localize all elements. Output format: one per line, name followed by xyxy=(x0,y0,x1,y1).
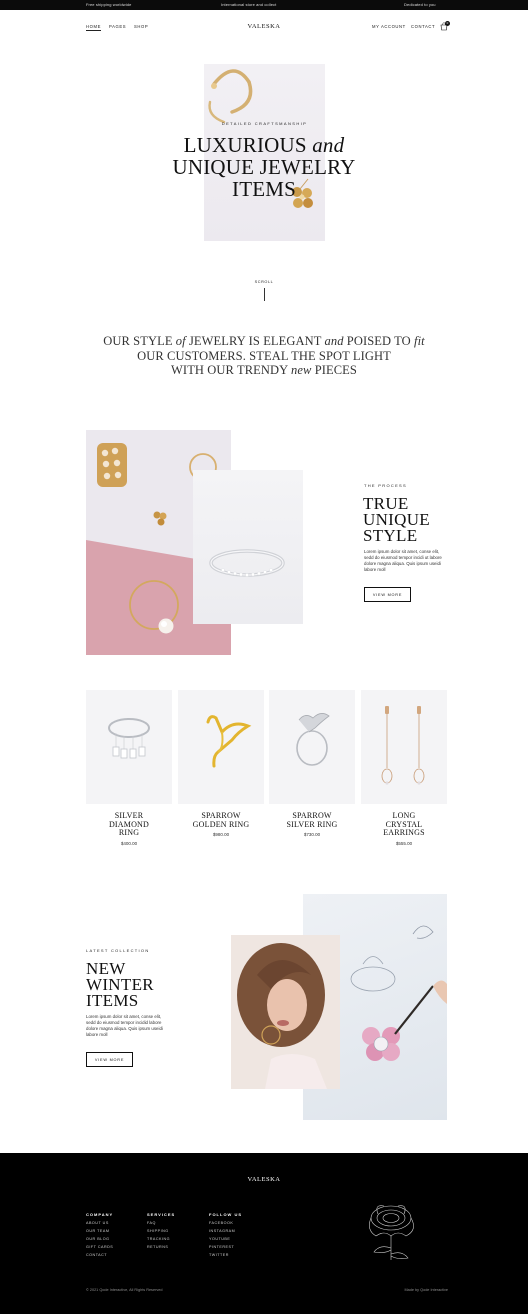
process-text: Lorem ipsum dolor sit amet, conse elit, … xyxy=(364,549,442,572)
hero-title-line2: UNIQUE JEWELRY xyxy=(172,155,356,179)
footer-link-youtube[interactable]: YOUTUBE xyxy=(209,1235,235,1243)
footer-link[interactable]: ABOUT US xyxy=(86,1219,113,1227)
scroll-indicator-line xyxy=(263,288,265,301)
process-title: TRUE UNIQUE STYLE xyxy=(363,494,430,545)
footer-heading-company: COMPANY xyxy=(86,1212,114,1217)
footer-logo[interactable]: VALESKA xyxy=(240,1176,288,1183)
footer-link[interactable]: OUR TEAM xyxy=(86,1227,113,1235)
collection-view-more-button[interactable]: VIEW MORE xyxy=(86,1052,133,1067)
footer-link-instagram[interactable]: INSTAGRAM xyxy=(209,1227,235,1235)
process-eyebrow: THE PROCESS xyxy=(364,483,407,488)
collection-eyebrow: LATEST COLLECTION xyxy=(86,948,150,953)
footer-link[interactable]: TRACKING xyxy=(147,1235,170,1243)
footer-copyright: © 2021 Qode Interactive, All Rights Rese… xyxy=(86,1288,163,1292)
footer-link[interactable]: OUR BLOG xyxy=(86,1235,113,1243)
product-price: $400.00 xyxy=(120,841,138,846)
footer-list-follow-us: FACEBOOK INSTAGRAM YOUTUBE PINTEREST TWI… xyxy=(209,1219,235,1259)
process-ring-image xyxy=(193,470,303,624)
collection-text: Lorem ipsum dolor sit amet, conse elit, … xyxy=(86,1014,163,1037)
product-name-sparrow-golden-ring[interactable]: SPARROW GOLDEN RING xyxy=(178,811,264,829)
product-price: $980.00 xyxy=(212,832,230,837)
footer-link[interactable]: RETURNS xyxy=(147,1243,170,1251)
hero-title-line1: LUXURIOUS xyxy=(183,133,307,157)
footer-link[interactable]: SHIPPING xyxy=(147,1227,170,1235)
nav-item-contact[interactable]: CONTACT xyxy=(411,24,435,29)
collection-title: NEW WINTER ITEMS xyxy=(86,959,154,1010)
product-image-long-crystal-earrings[interactable] xyxy=(361,690,447,804)
scroll-label[interactable]: SCROLL xyxy=(244,280,284,284)
footer-link[interactable]: GIFT CARDS xyxy=(86,1243,113,1251)
hero-title: LUXURIOUS and UNIQUE JEWELRY ITEMS xyxy=(120,134,408,200)
site-logo[interactable]: VALESKA xyxy=(240,23,288,30)
footer-link-twitter[interactable]: TWITTER xyxy=(209,1251,235,1259)
product-name-long-crystal-earrings[interactable]: LONG CRYSTAL EARRINGS xyxy=(361,811,447,838)
footer-heading-follow-us: FOLLOW US xyxy=(209,1212,242,1217)
brand-statement: OUR STYLE of JEWELRY IS ELEGANT and POIS… xyxy=(103,334,425,377)
footer-list-company: ABOUT US OUR TEAM OUR BLOG GIFT CARDS CO… xyxy=(86,1219,113,1259)
product-image-silver-diamond-ring[interactable] xyxy=(86,690,172,804)
footer-link-facebook[interactable]: FACEBOOK xyxy=(209,1219,235,1227)
hero-eyebrow: DETAILED CRAFTSMANSHIP xyxy=(221,121,308,126)
top-announcement-bar: Free shipping worldwide International st… xyxy=(0,0,528,10)
product-name-sparrow-silver-ring[interactable]: SPARROW SILVER RING xyxy=(269,811,355,829)
topbar-left-text: Free shipping worldwide xyxy=(86,2,132,7)
collection-model-image xyxy=(231,935,340,1089)
product-price: $555.00 xyxy=(395,841,413,846)
topbar-center-text: International store and collect xyxy=(221,2,277,7)
nav-item-pages[interactable]: PAGES xyxy=(109,24,126,29)
product-image-sparrow-silver-ring[interactable] xyxy=(269,690,355,804)
footer-link[interactable]: CONTACT xyxy=(86,1251,113,1259)
hero-title-italic: and xyxy=(312,133,345,157)
nav-item-my-account[interactable]: MY ACCOUNT xyxy=(372,24,406,29)
footer-heading-services: SERVICES xyxy=(147,1212,176,1217)
footer-list-services: FAQ SHIPPING TRACKING RETURNS xyxy=(147,1219,170,1251)
topbar-right-text: Dedicated to you xyxy=(404,2,436,7)
hero-title-line3: ITEMS xyxy=(232,177,296,201)
cart-count-badge: 0 xyxy=(445,21,450,26)
product-name-silver-diamond-ring[interactable]: SILVER DIAMOND RING xyxy=(86,811,172,838)
nav-item-shop[interactable]: SHOP xyxy=(134,24,148,29)
nav-item-home[interactable]: HOME xyxy=(86,24,101,31)
product-image-sparrow-golden-ring[interactable] xyxy=(178,690,264,804)
chrysanthemum-illustration-icon xyxy=(369,1205,414,1260)
footer-link[interactable]: FAQ xyxy=(147,1219,170,1227)
footer-link-pinterest[interactable]: PINTEREST xyxy=(209,1243,235,1251)
product-price: $730.00 xyxy=(303,832,321,837)
process-view-more-button[interactable]: VIEW MORE xyxy=(364,587,411,602)
footer-made-by[interactable]: Made by Qode Interactive xyxy=(398,1288,448,1292)
